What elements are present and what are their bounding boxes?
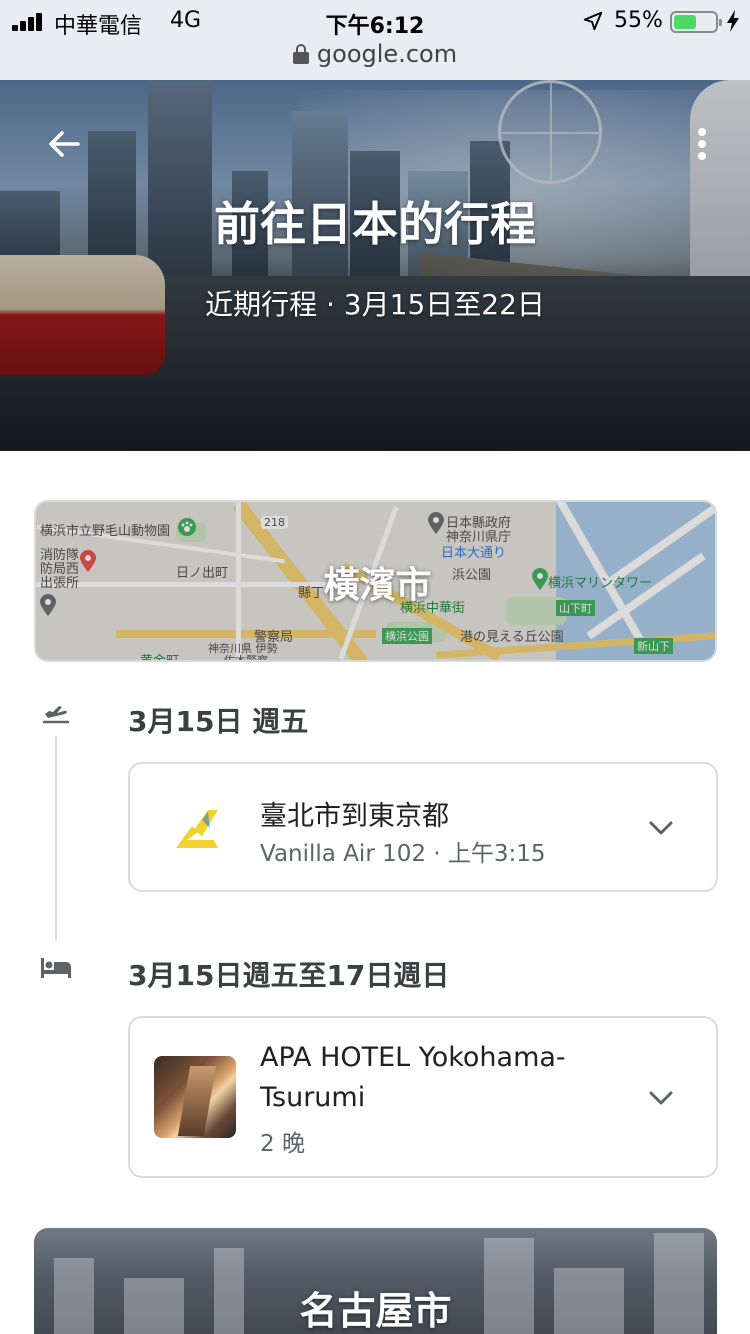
browser-status-bar: 中華電信 4G 下午6:12 55% google.com (0, 0, 750, 80)
next-city-name: 名古屋市 (299, 1289, 452, 1333)
hotel-bed-icon (41, 958, 71, 978)
hotel-name-line2: Tsurumi (260, 1082, 366, 1113)
battery-fill (674, 15, 696, 29)
hotel-card[interactable]: APA HOTEL Yokohama- Tsurumi 2 晚 (128, 1016, 718, 1178)
url-domain: google.com (316, 40, 458, 68)
flight-takeoff-icon (42, 706, 70, 724)
battery-percent: 55% (614, 8, 663, 33)
trip-dates: 近期行程 · 3月15日至22日 (205, 288, 545, 321)
status-row: 中華電信 4G 下午6:12 55% (0, 6, 750, 39)
lock-icon (292, 44, 309, 64)
hotel-days-label: 3月15日週五至17日週日 (128, 959, 450, 992)
url-bar[interactable]: google.com (0, 40, 750, 74)
flight-route: 臺北市到東京都 (260, 801, 449, 832)
trip-title: 前往日本的行程 (214, 197, 536, 251)
flight-day-label: 3月15日 週五 (128, 705, 309, 738)
battery-icon (670, 11, 722, 33)
more-options-icon[interactable] (690, 124, 714, 164)
timeline-line (55, 736, 57, 940)
chevron-down-icon[interactable] (648, 820, 674, 836)
location-arrow-icon (583, 11, 603, 31)
hotel-thumbnail (154, 1056, 236, 1138)
chevron-down-icon[interactable] (648, 1090, 674, 1106)
back-arrow-icon[interactable] (44, 124, 84, 164)
flight-detail: Vanilla Air 102 · 上午3:15 (260, 841, 546, 867)
city-card-nagoya[interactable]: 名古屋市 (34, 1228, 717, 1334)
trip-hero-image (0, 80, 750, 451)
charging-bolt-icon (727, 10, 739, 32)
map-city-name: 橫濱市 (323, 565, 432, 606)
hotel-name-line1: APA HOTEL Yokohama- (260, 1042, 566, 1073)
flight-card[interactable]: 臺北市到東京都 Vanilla Air 102 · 上午3:15 (128, 762, 718, 892)
city-map-card-yokohama[interactable]: 横浜市立野毛山動物園 消防隊 防局西 出張所 日ノ出町 218 日本縣政府 神奈… (34, 500, 717, 662)
vanilla-air-logo (176, 810, 218, 848)
hotel-nights: 2 晚 (260, 1131, 305, 1157)
